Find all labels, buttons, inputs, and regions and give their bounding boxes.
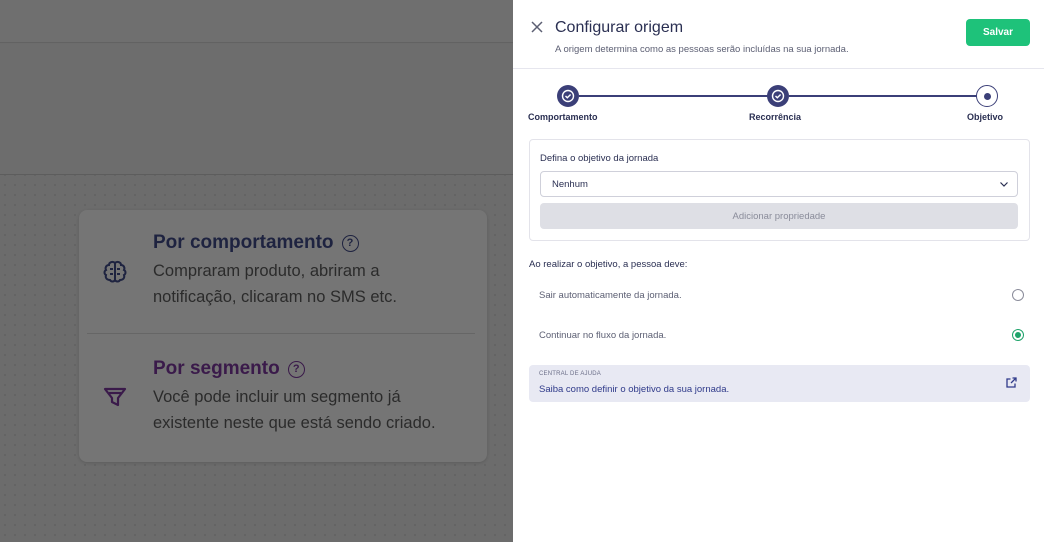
step-connector: [579, 95, 779, 97]
step-label-behavior: Comportamento: [528, 112, 598, 122]
radio-dot: [1015, 332, 1021, 338]
objective-question: Ao realizar o objetivo, a pessoa deve:: [529, 259, 688, 270]
chevron-down-icon: [1000, 182, 1008, 187]
help-circle-icon[interactable]: ?: [287, 360, 305, 378]
help-center-link[interactable]: Saiba como definir o objetivo da sua jor…: [539, 384, 729, 395]
step-3-indicator[interactable]: [976, 85, 998, 107]
close-icon[interactable]: [530, 20, 544, 34]
radio-continue-flow-label: Continuar no fluxo da jornada.: [539, 329, 667, 341]
stepper: Comportamento Recorrência Objetivo: [513, 84, 1044, 129]
objective-select-value: Nenhum: [552, 178, 588, 190]
step-1-indicator[interactable]: [557, 85, 579, 107]
objective-select[interactable]: Nenhum: [540, 171, 1018, 197]
background-topbar: [0, 0, 513, 43]
current-step-dot: [983, 92, 991, 100]
objective-section: Defina o objetivo da jornada Nenhum Adic…: [529, 139, 1030, 241]
save-button[interactable]: Salvar: [966, 19, 1030, 46]
radio-exit-journey[interactable]: Sair automaticamente da jornada.: [529, 275, 1030, 315]
step-label-recurrence: Recorrência: [749, 112, 802, 122]
background-panel: [0, 44, 513, 175]
radio-exit-journey-label: Sair automaticamente da jornada.: [539, 289, 682, 301]
help-center-banner[interactable]: CENTRAL DE AJUDA Saiba como definir o ob…: [529, 365, 1030, 402]
drawer-subtitle: A origem determina como as pessoas serão…: [555, 44, 849, 55]
radio-button[interactable]: [1012, 289, 1024, 301]
option-behavior-title: Por comportamento ?: [153, 232, 359, 254]
help-center-kicker: CENTRAL DE AJUDA: [539, 371, 601, 377]
option-behavior-description: Compraram produto, abriram a notificação…: [153, 262, 397, 306]
step-label-objective: Objetivo: [967, 112, 1004, 122]
radio-continue-flow[interactable]: Continuar no fluxo da jornada.: [529, 315, 1030, 355]
funnel-icon: [103, 387, 127, 407]
divider: [87, 333, 475, 334]
brain-icon: [103, 260, 127, 283]
origin-options-card: Por comportamento ? Compraram produto, a…: [79, 210, 487, 462]
radio-button-checked[interactable]: [1012, 329, 1024, 341]
add-property-button[interactable]: Adicionar propriedade: [540, 203, 1018, 229]
configure-origin-drawer: Configurar origem A origem determina com…: [513, 0, 1044, 542]
option-segment-title: Por segmento ?: [153, 358, 305, 380]
option-segment-description: Você pode incluir um segmento já existen…: [153, 388, 436, 432]
check-circle-icon: [561, 89, 575, 103]
step-connector: [789, 95, 989, 97]
help-circle-icon[interactable]: ?: [341, 234, 359, 252]
check-circle-icon: [771, 89, 785, 103]
objective-label: Defina o objetivo da jornada: [540, 153, 659, 164]
step-2-indicator[interactable]: [767, 85, 789, 107]
drawer-title: Configurar origem: [555, 19, 684, 36]
external-link-icon[interactable]: [1005, 376, 1018, 389]
drawer-header: Configurar origem A origem determina com…: [513, 0, 1044, 69]
